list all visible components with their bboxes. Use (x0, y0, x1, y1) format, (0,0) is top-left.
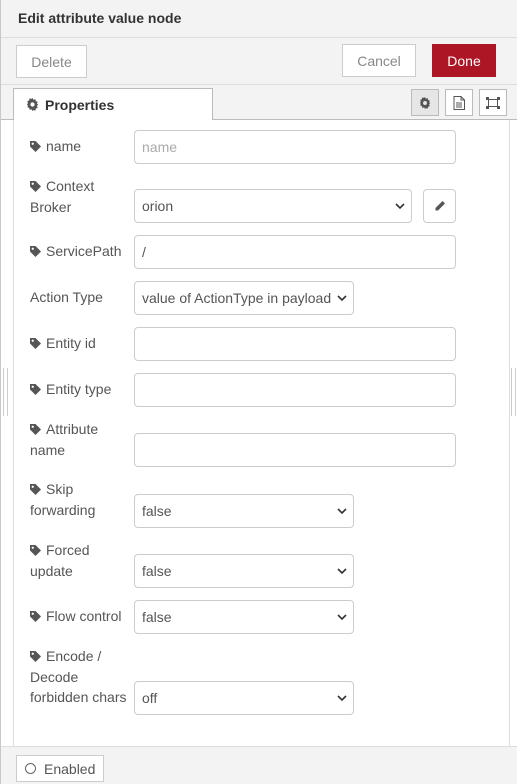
gear-icon (26, 98, 39, 111)
tag-icon (30, 541, 41, 561)
forced-update-label: Forced update (30, 540, 90, 581)
skip-forwarding-label-line1: Skip (46, 481, 74, 497)
document-icon (453, 95, 465, 110)
forced-update-select[interactable]: false (134, 554, 354, 588)
encode-decode-select[interactable]: off (134, 681, 354, 715)
edit-node-tray: Edit attribute value node Delete Cancel … (0, 0, 517, 784)
skip-forwarding-select[interactable]: false (134, 494, 354, 528)
chevron-down-icon (395, 202, 405, 210)
name-label: name (30, 136, 81, 157)
action-type-label: Action Type (30, 289, 103, 305)
encode-decode-value: off (142, 690, 158, 706)
name-input[interactable]: name (134, 130, 456, 164)
action-type-select[interactable]: value of ActionType in payload (134, 281, 354, 315)
tag-icon (30, 177, 41, 197)
tab-description[interactable] (445, 89, 473, 116)
circle-icon (25, 763, 36, 774)
tag-icon (30, 420, 41, 440)
tag-icon (30, 380, 41, 400)
service-path-input[interactable]: / (134, 235, 456, 269)
action-type-value: value of ActionType in payload (142, 290, 332, 306)
context-broker-label-line1: Context (46, 178, 95, 194)
forced-update-label-line1: Forced (46, 542, 90, 558)
encode-decode-label-line3: forbidden chars (30, 689, 127, 705)
tag-icon (30, 242, 41, 262)
attribute-name-label: Attribute name (30, 419, 98, 460)
tray-footer: Enabled (1, 746, 517, 784)
encode-decode-label-line2: Decode (30, 669, 79, 685)
flow-control-label: Flow control (30, 606, 121, 627)
delete-button[interactable]: Delete (16, 45, 87, 78)
context-broker-select[interactable]: orion (134, 189, 412, 223)
chevron-down-icon (337, 613, 347, 621)
entity-id-label: Entity id (30, 333, 96, 354)
flow-control-label-text: Flow control (46, 608, 122, 624)
tab-settings[interactable] (411, 89, 439, 116)
tray-resize-handle-left[interactable] (3, 368, 8, 416)
context-broker-value: orion (142, 198, 174, 214)
context-broker-label-line2: Broker (30, 199, 72, 215)
forced-update-value: false (142, 563, 172, 579)
forced-update-label-line2: update (30, 563, 73, 579)
encode-decode-label-line1: Encode / (46, 648, 102, 664)
service-path-label: ServicePath (30, 241, 121, 262)
chevron-down-icon (337, 507, 347, 515)
chevron-down-icon (337, 567, 347, 575)
tag-icon (30, 647, 41, 667)
enabled-label: Enabled (44, 760, 96, 777)
tag-icon (30, 607, 41, 627)
tab-properties[interactable]: Properties (13, 88, 213, 121)
cancel-button[interactable]: Cancel (342, 44, 416, 77)
tag-icon (30, 334, 41, 354)
skip-forwarding-label: Skip forwarding (30, 479, 95, 520)
tab-properties-label: Properties (45, 96, 115, 113)
object-frame-icon (485, 96, 501, 110)
tray-header: Edit attribute value node (1, 0, 517, 38)
skip-forwarding-label-line2: forwarding (30, 502, 96, 518)
gear-icon (419, 96, 431, 109)
pencil-icon (434, 200, 446, 212)
context-broker-label: Context Broker (30, 176, 94, 217)
entity-type-input[interactable] (134, 373, 456, 407)
service-path-label-text: ServicePath (46, 243, 122, 259)
entity-id-input[interactable] (134, 327, 456, 361)
entity-id-label-text: Entity id (46, 335, 96, 351)
done-button[interactable]: Done (432, 44, 496, 77)
chevron-down-icon (337, 694, 347, 702)
attribute-name-input[interactable] (134, 433, 456, 467)
encode-decode-label: Encode / Decode forbidden chars (30, 646, 127, 707)
tag-icon (30, 137, 41, 157)
entity-type-label-text: Entity type (46, 381, 112, 397)
flow-control-select[interactable]: false (134, 600, 354, 634)
tray-toolbar: Delete Cancel Done (1, 38, 517, 85)
flow-control-value: false (142, 609, 172, 625)
tab-appearance[interactable] (479, 89, 507, 116)
tab-bar: Properties (1, 85, 517, 121)
attribute-name-label-line2: name (30, 442, 66, 458)
tray-resize-handle-right[interactable] (511, 368, 516, 416)
entity-type-label: Entity type (30, 379, 111, 400)
skip-forwarding-value: false (142, 503, 172, 519)
edit-context-broker-button[interactable] (423, 189, 456, 223)
name-label-text: name (46, 138, 82, 154)
chevron-down-icon (337, 294, 347, 302)
tag-icon (30, 480, 41, 500)
attribute-name-label-line1: Attribute (46, 421, 99, 437)
enabled-toggle[interactable]: Enabled (16, 755, 104, 782)
tray-title: Edit attribute value node (18, 10, 182, 26)
